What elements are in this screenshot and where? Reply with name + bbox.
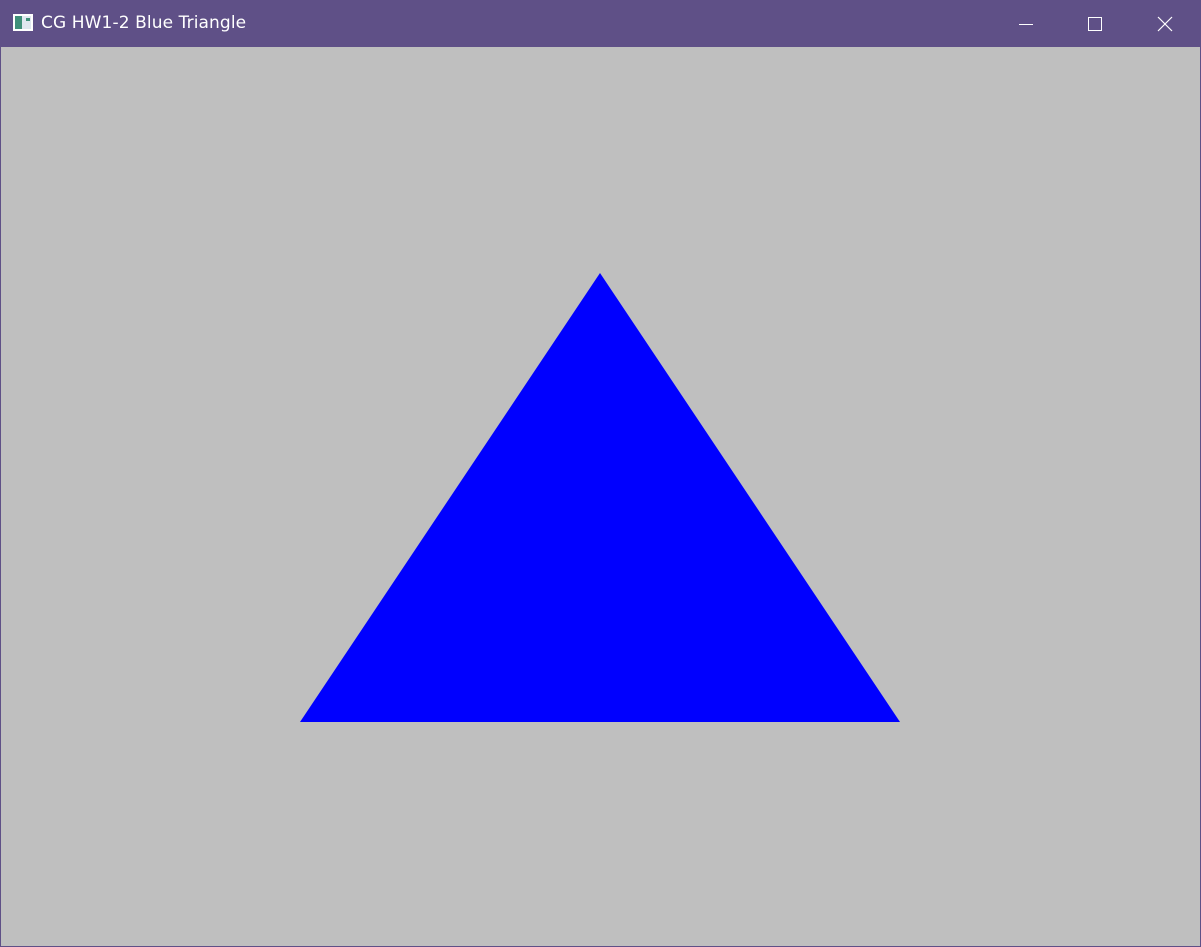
minimize-button[interactable] <box>991 1 1061 47</box>
app-window: CG HW1-2 Blue Triangle <box>0 0 1201 947</box>
render-surface <box>300 273 900 722</box>
maximize-button[interactable] <box>1060 1 1130 47</box>
app-window-icon <box>13 14 33 31</box>
close-icon <box>1157 16 1173 32</box>
window-title: CG HW1-2 Blue Triangle <box>41 13 247 33</box>
blue-triangle <box>300 273 900 722</box>
minimize-icon <box>1019 24 1033 25</box>
title-bar[interactable]: CG HW1-2 Blue Triangle <box>1 1 1200 47</box>
close-button[interactable] <box>1130 1 1200 47</box>
render-canvas[interactable] <box>1 47 1200 946</box>
maximize-icon <box>1088 17 1102 31</box>
